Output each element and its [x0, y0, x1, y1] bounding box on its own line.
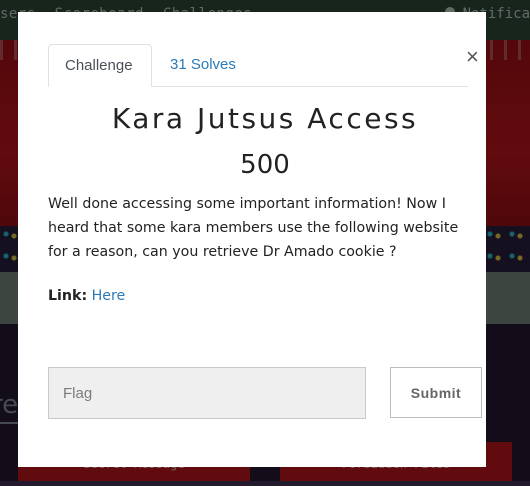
challenge-link[interactable]: Here	[92, 288, 126, 304]
challenge-modal: Challenge 31 Solves × Kara Jutsus Access…	[18, 12, 486, 467]
challenge-link-line: Link: Here	[48, 288, 125, 304]
tab-challenge[interactable]: Challenge	[48, 44, 152, 87]
challenge-value: 500	[240, 150, 290, 180]
challenge-name: Kara Jutsus Access	[111, 102, 419, 135]
modal-tabs: Challenge 31 Solves	[48, 44, 468, 87]
close-icon[interactable]: ×	[466, 46, 479, 68]
submit-button[interactable]: Submit	[390, 367, 482, 418]
challenge-description: Well done accessing some important infor…	[48, 196, 459, 260]
link-label: Link:	[48, 288, 88, 304]
tab-solves[interactable]: 31 Solves	[154, 44, 252, 86]
flag-input[interactable]	[48, 367, 366, 419]
